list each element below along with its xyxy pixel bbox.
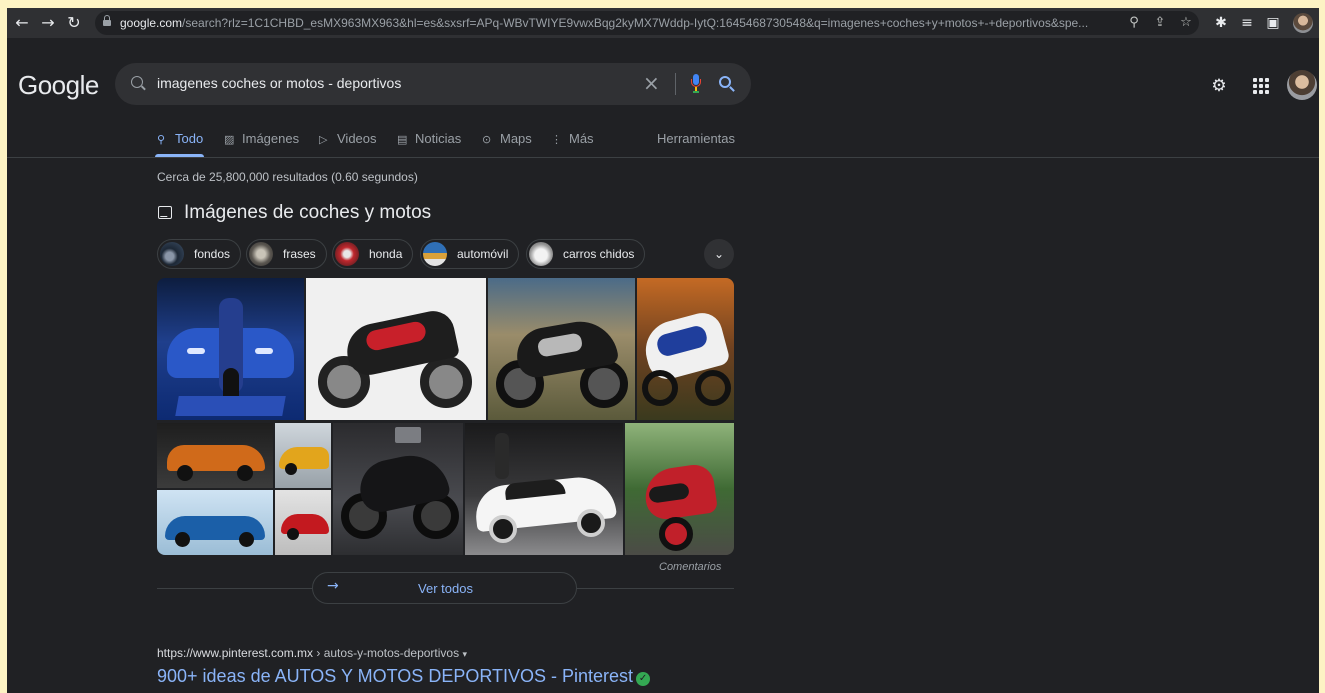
url-text[interactable]: google.com/search?rlz=1C1CHBD_esMX963MX9…	[120, 16, 1120, 30]
chip-thumbnail	[423, 242, 447, 266]
image-result-red-ferrari[interactable]	[275, 490, 331, 555]
image-result-blue-bugatti[interactable]	[157, 490, 273, 555]
video-icon: ▷	[319, 133, 328, 146]
divider-line	[157, 588, 312, 589]
search-box[interactable]: imagenes coches or motos - deportivos ×	[115, 63, 751, 105]
browser-window: ← → ↻ google.com/search?rlz=1C1CHBD_esMX…	[7, 8, 1319, 693]
chip-thumbnail	[249, 242, 273, 266]
chip-thumbnail	[529, 242, 553, 266]
image-result-aprilia-superbike[interactable]	[306, 278, 486, 420]
tab-label: Todo	[175, 131, 204, 146]
chip-label: frases	[283, 247, 316, 261]
chip-label: honda	[369, 247, 403, 261]
extensions-icon[interactable]: ✱	[1211, 13, 1231, 33]
result-stats: Cerca de 25,800,000 resultados (0.60 seg…	[157, 170, 418, 184]
result-title: 900+ ideas de AUTOS Y MOTOS DEPORTIVOS -…	[157, 666, 634, 686]
chip-honda[interactable]: honda	[332, 239, 414, 269]
reload-icon[interactable]: ↻	[63, 12, 85, 34]
image-result-red-motorcycle-road[interactable]	[625, 423, 734, 555]
tab-label: Videos	[337, 131, 377, 146]
google-apps-icon[interactable]	[1253, 78, 1269, 94]
chip-label: carros chidos	[563, 247, 635, 261]
view-all-images-button[interactable]: → Ver todos	[312, 572, 577, 604]
settings-gear-icon[interactable]: ⚙	[1210, 77, 1228, 95]
image-result-motorcycle-outdoors[interactable]	[488, 278, 635, 420]
tab-label: Noticias	[415, 131, 462, 146]
tab-label: Maps	[500, 131, 532, 146]
search-input[interactable]: imagenes coches or motos - deportivos	[157, 75, 401, 91]
reading-list-icon[interactable]: ≡	[1237, 13, 1257, 33]
image-icon: ▨	[224, 133, 235, 146]
image-icon	[158, 206, 172, 219]
chip-label: fondos	[194, 247, 231, 261]
location-pin-icon[interactable]: ⚲	[1125, 14, 1143, 32]
view-all-label: Ver todos	[418, 581, 473, 596]
cite-host: https://www.pinterest.com.mx	[157, 646, 314, 660]
images-section-heading[interactable]: Imágenes de coches y motos	[184, 202, 431, 224]
image-result-suzuki-gsxr[interactable]	[637, 278, 734, 420]
chevron-down-icon[interactable]: ⌄	[704, 239, 734, 269]
news-icon: ▤	[397, 133, 408, 146]
image-result-white-lamborghini[interactable]	[465, 423, 623, 555]
star-icon[interactable]: ☆	[1177, 14, 1195, 32]
url-path: /search?rlz=1C1CHBD_esMX963MX963&hl=es&s…	[182, 16, 1089, 30]
share-icon[interactable]: ⇪	[1151, 14, 1169, 32]
url-domain: google.com	[120, 16, 183, 30]
chip-carros-chidos[interactable]: carros chidos	[526, 239, 646, 269]
map-pin-icon: ⊙	[482, 133, 492, 146]
image-result-yellow-lamborghini[interactable]	[275, 423, 331, 488]
profile-icon[interactable]	[1293, 13, 1313, 33]
feedback-link[interactable]: Comentarios	[659, 561, 721, 573]
chevron-down-icon[interactable]: ▾	[462, 650, 467, 660]
result-cite[interactable]: https://www.pinterest.com.mx › autos-y-m…	[157, 646, 467, 660]
side-panel-icon[interactable]: ▣	[1263, 13, 1283, 33]
google-logo[interactable]: Google	[18, 70, 99, 101]
header-divider	[7, 157, 1319, 158]
image-result-black-yamaha-r1[interactable]	[333, 423, 463, 555]
account-avatar[interactable]	[1287, 70, 1317, 100]
cite-path: › autos-y-motos-deportivos	[313, 646, 460, 660]
image-result-blue-bmw-motorcycle[interactable]	[157, 278, 304, 420]
browser-toolbar: ← → ↻ google.com/search?rlz=1C1CHBD_esMX…	[7, 8, 1319, 38]
search-divider	[675, 73, 676, 95]
tab-label: Imágenes	[242, 131, 300, 146]
verified-check-icon: ✓	[636, 672, 651, 686]
search-icon: ⚲	[157, 133, 166, 146]
image-result-orange-mclaren[interactable]	[157, 423, 273, 488]
chip-thumbnail	[160, 242, 184, 266]
chip-label: automóvil	[457, 247, 509, 261]
voice-search-icon[interactable]	[691, 74, 701, 94]
tab-label: Más	[569, 131, 594, 146]
forward-arrow-icon[interactable]: →	[37, 12, 59, 34]
search-submit-icon[interactable]	[719, 76, 731, 88]
clear-search-icon[interactable]: ×	[643, 73, 660, 93]
chip-frases[interactable]: frases	[246, 239, 327, 269]
result-title-link[interactable]: 900+ ideas de AUTOS Y MOTOS DEPORTIVOS -…	[157, 666, 651, 687]
chip-fondos[interactable]: fondos	[157, 239, 242, 269]
back-arrow-icon[interactable]: ←	[11, 12, 33, 34]
image-results-grid	[157, 278, 734, 555]
divider-line	[577, 588, 734, 589]
chip-automovil[interactable]: automóvil	[420, 239, 520, 269]
address-bar[interactable]: google.com/search?rlz=1C1CHBD_esMX963MX9…	[95, 11, 1199, 35]
more-icon: ⋮	[551, 133, 562, 146]
search-icon	[131, 76, 143, 88]
chip-thumbnail	[335, 242, 359, 266]
lock-icon[interactable]	[103, 15, 111, 27]
